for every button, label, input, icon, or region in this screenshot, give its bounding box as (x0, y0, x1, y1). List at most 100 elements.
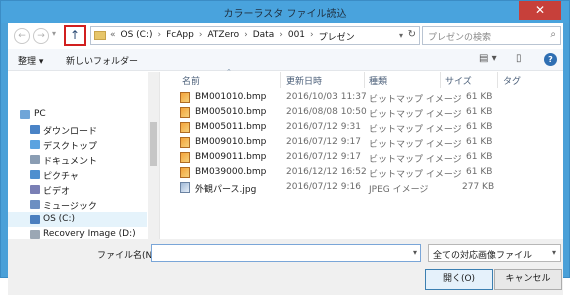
breadcrumb-item[interactable]: FcApp (166, 30, 194, 43)
dialog-footer: ファイル名(N): ▾ 全ての対応画像ファイル ▾ 開く(O) キャンセル (8, 239, 563, 295)
sidebar-item-pc[interactable]: PC (8, 107, 147, 122)
file-date: 2016/08/08 10:50 (286, 107, 367, 117)
open-button[interactable]: 開く(O) (425, 269, 493, 290)
filename-history-dropdown[interactable]: ▾ (413, 248, 417, 257)
sidebar-item-recovery-drive[interactable]: Recovery Image (D:) (8, 227, 147, 239)
dialog-client-area: ← → ▾ ↑ « OS (C:) › FcApp › ATZero › Dat… (8, 23, 563, 295)
file-size: 61 KB (466, 152, 493, 162)
file-type: ビットマップ イメージ (369, 110, 462, 120)
forward-button[interactable]: → (33, 28, 49, 44)
table-row[interactable]: BM005011.bmp 2016/07/12 9:31 ビットマップ イメージ… (166, 120, 496, 135)
search-input[interactable]: プレゼンの検索 ⌕ (422, 26, 561, 45)
table-row[interactable]: BM009011.bmp 2016/07/12 9:17 ビットマップ イメージ… (166, 150, 496, 165)
sidebar-item-documents[interactable]: ドキュメント (8, 152, 147, 167)
help-icon[interactable]: ? (544, 53, 557, 66)
search-icon[interactable]: ⌕ (550, 29, 556, 40)
table-row[interactable]: BM001010.bmp 2016/10/03 11:37 ビットマップ イメー… (166, 90, 496, 105)
bitmap-file-icon (180, 137, 190, 148)
new-folder-button[interactable]: 新しいフォルダー (66, 54, 138, 67)
command-toolbar: 整理 ▾ 新しいフォルダー ▤ ▾ ▯ ? (8, 49, 563, 71)
sidebar-item-label: OS (C:) (43, 214, 75, 224)
file-size: 61 KB (466, 92, 493, 102)
column-header-type[interactable]: 種類 (369, 74, 387, 87)
file-size: 61 KB (466, 107, 493, 117)
sidebar-item-downloads[interactable]: ダウンロード (8, 122, 147, 137)
file-type-filter-select[interactable]: 全ての対応画像ファイル ▾ (428, 244, 561, 262)
column-divider[interactable] (364, 72, 365, 88)
sidebar-item-label: Recovery Image (D:) (43, 229, 136, 239)
file-date: 2016/10/03 11:37 (286, 92, 367, 102)
navigation-bar: ← → ▾ ↑ « OS (C:) › FcApp › ATZero › Dat… (8, 23, 563, 47)
sidebar-item-desktop[interactable]: デスクトップ (8, 137, 147, 152)
column-header-name[interactable]: 名前 (182, 74, 200, 87)
address-dropdown[interactable]: ▾ (399, 31, 403, 40)
scrollbar-thumb[interactable] (150, 122, 157, 166)
organize-button[interactable]: 整理 ▾ (18, 54, 43, 67)
close-button[interactable]: ✕ (519, 1, 561, 20)
column-divider[interactable] (280, 72, 281, 88)
jpeg-file-icon (180, 182, 190, 193)
breadcrumb-separator[interactable]: › (199, 30, 203, 43)
drive-icon (30, 215, 40, 224)
preview-pane-icon[interactable]: ▯ (516, 53, 522, 64)
cancel-button[interactable]: キャンセル (494, 269, 562, 290)
bitmap-file-icon (180, 92, 190, 103)
table-row[interactable]: BM009010.bmp 2016/07/12 9:17 ビットマップ イメージ… (166, 135, 496, 150)
address-bar[interactable]: « OS (C:) › FcApp › ATZero › Data › 001 … (90, 26, 420, 45)
column-header-size[interactable]: サイズ (445, 74, 472, 87)
search-placeholder: プレゼンの検索 (428, 33, 492, 43)
filename-label: ファイル名(N): (97, 251, 159, 261)
back-button[interactable]: ← (14, 28, 30, 44)
sidebar-item-label: ドキュメント (43, 157, 98, 167)
column-divider[interactable] (440, 72, 441, 88)
sidebar-item-pictures[interactable]: ピクチャ (8, 167, 147, 182)
refresh-icon[interactable]: ↻ (408, 29, 416, 40)
file-name: BM009011.bmp (195, 152, 267, 162)
breadcrumb-separator[interactable]: › (158, 30, 162, 43)
file-size: 61 KB (466, 167, 493, 177)
videos-folder-icon (30, 185, 40, 194)
file-date: 2016/07/12 9:17 (286, 137, 361, 147)
breadcrumb-separator[interactable]: › (279, 30, 283, 43)
navigation-pane: PC ダウンロード デスクトップ ドキュメント ピクチャ ビデオ ミュージック … (8, 72, 160, 239)
breadcrumb-item[interactable]: 001 (288, 30, 305, 43)
sort-ascending-icon: ⌃ (226, 68, 232, 76)
file-type: ビットマップ イメージ (369, 125, 462, 135)
breadcrumb-item[interactable]: ATZero (207, 30, 239, 43)
sidebar-item-label: ピクチャ (43, 172, 79, 182)
column-header-tags[interactable]: タグ (503, 74, 521, 87)
breadcrumb-separator[interactable]: › (244, 30, 248, 43)
file-open-dialog: カラーラスタ ファイル読込 ✕ ← → ▾ ↑ « OS (C:) › FcAp… (0, 0, 570, 295)
sidebar-item-label: PC (34, 109, 46, 119)
bitmap-file-icon (180, 122, 190, 133)
filename-input[interactable]: ▾ (151, 244, 421, 262)
bitmap-file-icon (180, 107, 190, 118)
pc-icon (20, 110, 30, 119)
breadcrumb-item[interactable]: プレゼン (319, 30, 355, 43)
table-row[interactable]: 外観パース.jpg 2016/07/12 9:16 JPEG イメージ 277 … (166, 180, 496, 195)
table-row[interactable]: BM005010.bmp 2016/08/08 10:50 ビットマップ イメー… (166, 105, 496, 120)
breadcrumb-item[interactable]: Data (253, 30, 275, 43)
breadcrumb-overflow[interactable]: « (110, 30, 116, 43)
column-divider[interactable] (497, 72, 498, 88)
breadcrumb: « OS (C:) › FcApp › ATZero › Data › 001 … (110, 30, 355, 43)
sidebar-item-label: ビデオ (43, 187, 71, 197)
file-size: 277 KB (462, 182, 495, 192)
breadcrumb-item[interactable]: OS (C:) (121, 30, 153, 43)
sidebar-item-music[interactable]: ミュージック (8, 197, 147, 212)
table-row[interactable]: BM039000.bmp 2016/12/12 16:52 ビットマップ イメー… (166, 165, 496, 180)
sidebar-item-os-drive[interactable]: OS (C:) (8, 212, 147, 227)
sidebar-scrollbar[interactable] (148, 72, 159, 239)
title-bar[interactable]: カラーラスタ ファイル読込 ✕ (1, 1, 569, 23)
file-date: 2016/12/12 16:52 (286, 167, 367, 177)
pictures-folder-icon (30, 170, 40, 179)
view-options-icon[interactable]: ▤ ▾ (479, 53, 497, 64)
sidebar-item-label: デスクトップ (43, 142, 98, 152)
sidebar-item-label: ダウンロード (43, 127, 98, 137)
recent-locations-dropdown[interactable]: ▾ (52, 29, 56, 38)
column-header-date[interactable]: 更新日時 (286, 74, 322, 87)
breadcrumb-separator[interactable]: › (310, 30, 314, 43)
file-date: 2016/07/12 9:16 (286, 182, 361, 192)
sidebar-item-videos[interactable]: ビデオ (8, 182, 147, 197)
up-button[interactable]: ↑ (64, 25, 86, 46)
